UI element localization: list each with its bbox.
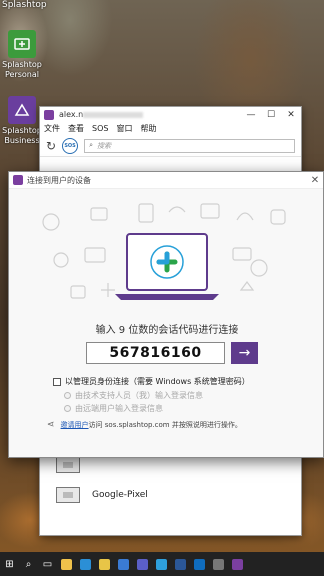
app-title: alex.n (59, 110, 241, 119)
gear-bg-icon (53, 252, 69, 268)
monitor-bg-icon (200, 203, 220, 219)
folder-bg-icon (90, 207, 108, 221)
device-list-item[interactable]: Google-Pixel (56, 487, 148, 503)
connect-arrow-button[interactable]: → (231, 342, 258, 364)
desktop-icon-splashtop-personal[interactable]: Splashtop Personal (0, 30, 44, 80)
dialog-titlebar[interactable]: 连接到用户的设备 ✕ (9, 172, 323, 189)
session-code-input[interactable]: 567816160 (86, 342, 225, 364)
session-code-row: 567816160 → (86, 342, 258, 364)
toolbar: ↻ SOS ⌕ 搜索 (40, 135, 301, 157)
menu-help[interactable]: 帮助 (140, 123, 156, 134)
laptop-base (115, 294, 219, 300)
splashtop-business-icon-glyph (232, 558, 243, 570)
menu-sos[interactable]: SOS (92, 124, 108, 133)
admin-connect-checkbox[interactable] (53, 377, 61, 386)
file-explorer-icon-glyph (61, 558, 72, 570)
admin-connect-checkbox-row[interactable]: 以管理员身份连接（需要 Windows 系统管理密码） (53, 376, 250, 387)
plus-bg-icon (101, 283, 115, 297)
remote-user-login-label: 由远端用户输入登录信息 (75, 404, 163, 413)
laptop-bg-icon (84, 247, 106, 263)
device-name: Google-Pixel (92, 490, 148, 500)
file-explorer-icon[interactable] (57, 552, 76, 576)
splashtop-logo-icon (44, 109, 54, 120)
splashtop-icon-glyph (156, 558, 167, 570)
splashtop-business-icon (8, 96, 36, 124)
word-icon[interactable] (171, 552, 190, 576)
device-list-item[interactable] (56, 457, 92, 473)
remote-user-login-radio[interactable] (64, 405, 71, 412)
windows-taskbar: ⊞ ⌕ ▭ (0, 552, 324, 576)
chrome-icon[interactable] (95, 552, 114, 576)
outlook-icon[interactable] (190, 552, 209, 576)
doc-bg-icon (70, 285, 86, 299)
search-icon: ⌕ (89, 141, 93, 149)
app-titlebar[interactable]: alex.n — ☐ ✕ (40, 107, 301, 122)
desktop-top-label: Splashtop (2, 0, 47, 10)
triangle-bg-icon (239, 281, 255, 291)
edge-icon-glyph (80, 558, 91, 570)
teams-icon[interactable] (133, 552, 152, 576)
arrow-right-icon: → (238, 345, 251, 361)
app-title-text: alex.n (59, 110, 84, 119)
app-icon-glyph (213, 558, 224, 570)
outlook-icon-glyph (194, 558, 205, 570)
search-placeholder: 搜索 (96, 141, 111, 150)
windows-start-icon[interactable]: ⊞ (0, 552, 19, 576)
desktop-icon-label-1: Splashtop (2, 60, 42, 69)
globe-bg-icon (250, 259, 268, 277)
chat-bg-icon (270, 209, 286, 225)
admin-connect-label: 以管理员身份连接（需要 Windows 系统管理密码） (65, 377, 250, 386)
close-button[interactable]: ✕ (281, 110, 301, 120)
computer-icon (56, 457, 80, 473)
app-icon[interactable] (209, 552, 228, 576)
sos-icon[interactable]: SOS (62, 137, 79, 154)
cursor-bg-icon (42, 213, 60, 231)
refresh-icon[interactable]: ↻ (46, 139, 56, 153)
desktop-icon-label-2: Business (4, 136, 40, 145)
task-view-icon[interactable]: ▭ (38, 552, 57, 576)
splashtop-personal-icon (8, 30, 36, 58)
minimize-button[interactable]: — (241, 110, 261, 120)
server-bg-icon (232, 247, 252, 261)
desktop-icon-label-1: Splashtop (2, 126, 42, 135)
technician-login-radio[interactable] (64, 392, 71, 399)
splashtop-logo-icon (13, 175, 23, 185)
maximize-button[interactable]: ☐ (261, 110, 281, 120)
dialog-close-button[interactable]: ✕ (307, 175, 323, 186)
store-icon-glyph (118, 558, 129, 570)
splashtop-business-icon[interactable] (228, 552, 247, 576)
connect-to-user-device-dialog: 连接到用户的设备 ✕ 输入 9 位数的会话代码进行连接 567816160 → … (8, 171, 324, 458)
search-input[interactable]: ⌕ 搜索 (84, 138, 295, 153)
store-icon[interactable] (114, 552, 133, 576)
edge-icon[interactable] (76, 552, 95, 576)
chrome-icon-glyph (99, 558, 110, 570)
redacted-username (83, 111, 144, 118)
menu-bar: 文件 查看 SOS 窗口 帮助 (40, 122, 301, 135)
desktop-icon-splashtop-business[interactable]: Splashtop Business (0, 96, 44, 146)
phone-bg-icon (138, 203, 154, 223)
computer-icon (56, 487, 80, 503)
technician-login-radio-row[interactable]: 由技术支持人员（我）输入登录信息 (64, 390, 203, 401)
menu-view[interactable]: 查看 (68, 123, 84, 134)
cloud-bg-icon (168, 206, 186, 213)
invite-row: ⋖ 邀请用户访问 sos.splashtop.com 并按照说明进行操作。 (47, 420, 242, 430)
search-icon[interactable]: ⌕ (19, 552, 38, 576)
splashtop-icon[interactable] (152, 552, 171, 576)
share-icon: ⋖ (47, 420, 55, 430)
word-icon-glyph (175, 558, 186, 570)
menu-window[interactable]: 窗口 (116, 123, 132, 134)
invite-instructions: 访问 sos.splashtop.com 并按照说明进行操作。 (88, 421, 242, 429)
teams-icon-glyph (137, 558, 148, 570)
wifi-bg-icon (236, 212, 254, 221)
desktop-icon-label-2: Personal (4, 70, 39, 79)
menu-file[interactable]: 文件 (44, 123, 60, 134)
invite-user-link[interactable]: 邀请用户 (61, 421, 89, 429)
technician-login-label: 由技术支持人员（我）输入登录信息 (75, 391, 203, 400)
dialog-title: 连接到用户的设备 (27, 175, 91, 185)
remote-user-login-radio-row[interactable]: 由远端用户输入登录信息 (64, 403, 163, 414)
session-code-prompt: 输入 9 位数的会话代码进行连接 (95, 325, 239, 336)
laptop-illustration (42, 203, 286, 300)
